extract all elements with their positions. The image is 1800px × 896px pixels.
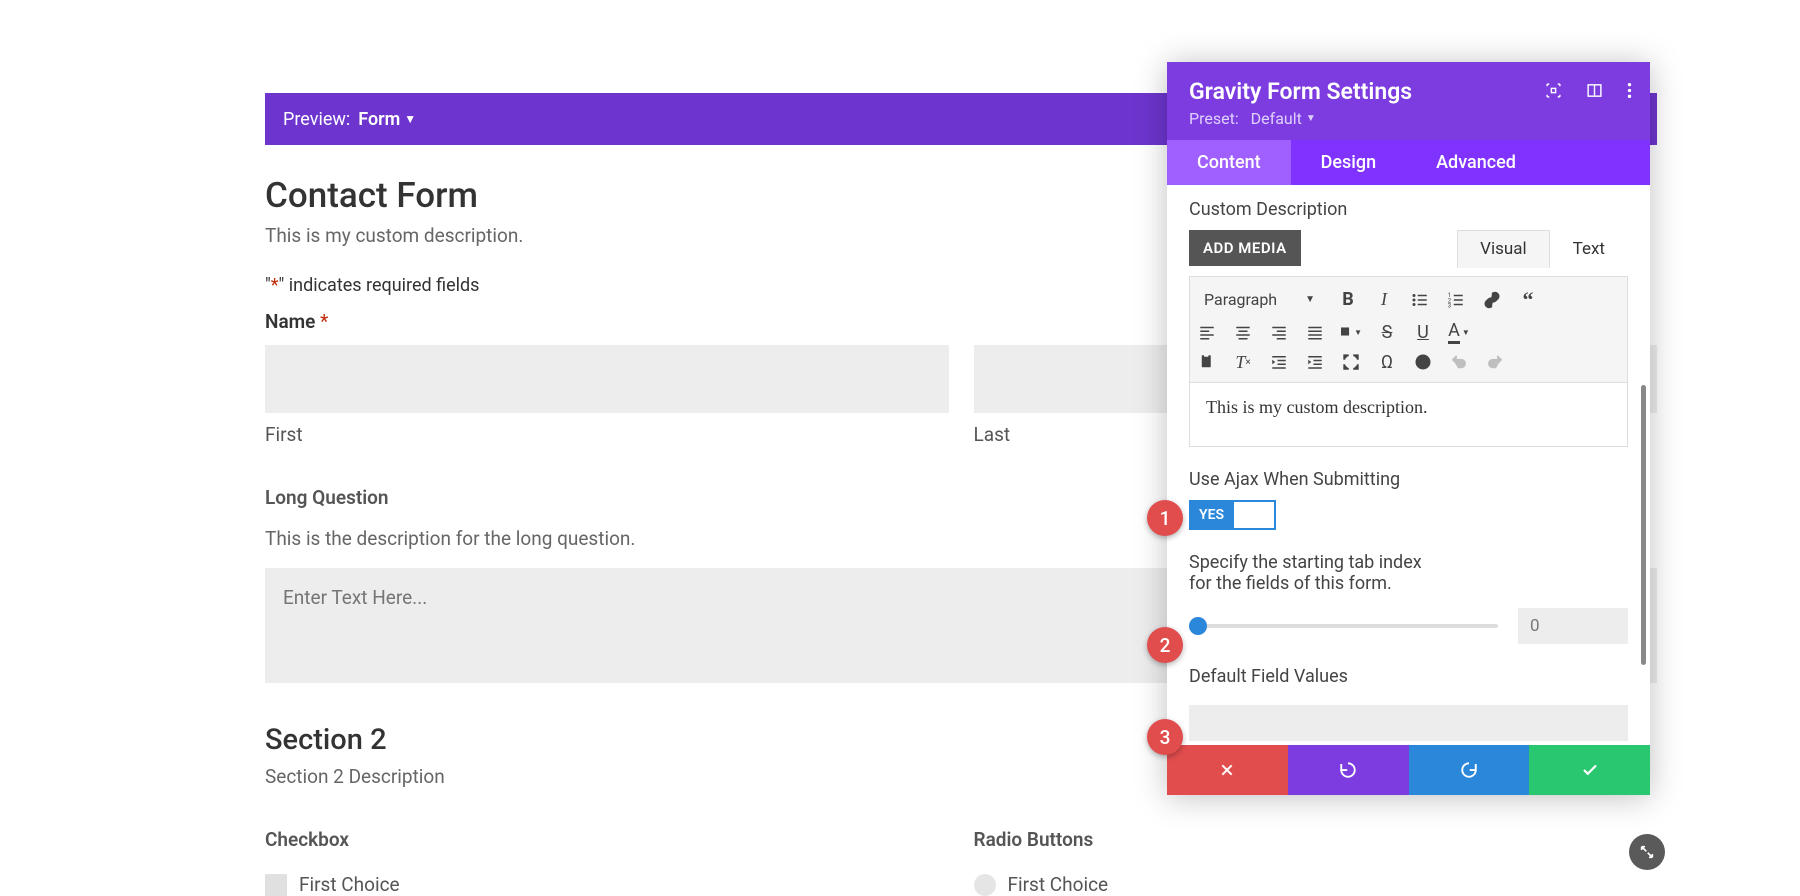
columns-icon[interactable]	[1586, 82, 1603, 104]
editor-tab-visual[interactable]: Visual	[1457, 230, 1549, 268]
bullet-list-icon[interactable]	[1409, 289, 1431, 311]
text-color-icon[interactable]: A▼	[1448, 321, 1470, 343]
editor-tab-text[interactable]: Text	[1550, 230, 1628, 268]
redo-icon[interactable]	[1484, 351, 1506, 373]
fullscreen-toggle-button[interactable]	[1629, 834, 1665, 870]
undo-icon[interactable]	[1448, 351, 1470, 373]
align-right-icon[interactable]	[1268, 321, 1290, 343]
tabindex-label: Specify the starting tab index for the f…	[1189, 552, 1628, 594]
underline-icon[interactable]: U	[1412, 321, 1434, 343]
chevron-down-icon: ▼	[1306, 113, 1316, 124]
annotation-marker-3: 3	[1147, 719, 1183, 755]
default-values-input[interactable]	[1189, 705, 1628, 741]
radio-group-label: Radio Buttons	[974, 828, 1658, 851]
tab-advanced[interactable]: Advanced	[1406, 140, 1546, 185]
checkbox-option[interactable]: First Choice	[265, 873, 949, 896]
svg-text:3: 3	[1448, 302, 1451, 309]
checkbox-option-label: First Choice	[299, 873, 400, 896]
first-name-input[interactable]	[265, 345, 949, 413]
clear-format-icon[interactable]: T×	[1232, 351, 1254, 373]
tabindex-value[interactable]: 0	[1518, 608, 1628, 644]
tabindex-slider[interactable]	[1189, 624, 1498, 628]
editor-toolbar: Paragraph▼ B I 123 “ ▼ S U A▼	[1189, 276, 1628, 383]
panel-body: Custom Description ADD MEDIA Visual Text…	[1167, 185, 1650, 745]
align-center-icon[interactable]	[1232, 321, 1254, 343]
special-char-icon[interactable]: Ω	[1376, 351, 1398, 373]
panel-tabs: Content Design Advanced	[1167, 140, 1650, 185]
format-select[interactable]: Paragraph▼	[1196, 286, 1323, 313]
preview-label: Preview:	[283, 109, 350, 130]
undo-button[interactable]	[1288, 745, 1409, 795]
bold-icon[interactable]: B	[1337, 289, 1359, 311]
toggle-on-label: YES	[1189, 500, 1234, 530]
toggle-knob	[1234, 500, 1276, 530]
editor-content[interactable]: This is my custom description.	[1189, 383, 1628, 447]
chevron-down-icon: ▼	[404, 112, 416, 126]
settings-panel: Gravity Form Settings Preset: Default ▼ …	[1167, 62, 1650, 795]
emoji-icon[interactable]	[1412, 351, 1434, 373]
tab-content[interactable]: Content	[1167, 140, 1291, 185]
quote-icon[interactable]: “	[1517, 289, 1539, 311]
add-media-button[interactable]: ADD MEDIA	[1189, 230, 1301, 266]
annotation-marker-2: 2	[1147, 627, 1183, 663]
italic-icon[interactable]: I	[1373, 289, 1395, 311]
radio-icon	[974, 874, 996, 896]
checkbox-icon	[265, 874, 287, 896]
radio-option[interactable]: First Choice	[974, 873, 1658, 896]
ajax-toggle[interactable]: YES	[1189, 500, 1276, 530]
ajax-label: Use Ajax When Submitting	[1189, 469, 1628, 490]
redo-button[interactable]	[1409, 745, 1530, 795]
align-justify-icon[interactable]	[1304, 321, 1326, 343]
panel-header: Gravity Form Settings Preset: Default ▼	[1167, 62, 1650, 140]
outdent-icon[interactable]	[1268, 351, 1290, 373]
scrollbar[interactable]	[1641, 385, 1646, 665]
confirm-button[interactable]	[1529, 745, 1650, 795]
strikethrough-icon[interactable]: S	[1376, 321, 1398, 343]
expand-icon[interactable]	[1545, 82, 1562, 104]
table-icon[interactable]: ▼	[1340, 321, 1362, 343]
link-icon[interactable]	[1481, 289, 1503, 311]
preview-mode-dropdown[interactable]: Form ▼	[358, 109, 416, 130]
preset-dropdown[interactable]: Preset: Default ▼	[1189, 109, 1316, 128]
custom-description-label: Custom Description	[1189, 199, 1628, 220]
number-list-icon[interactable]: 123	[1445, 289, 1467, 311]
slider-thumb[interactable]	[1189, 617, 1207, 635]
indent-icon[interactable]	[1304, 351, 1326, 373]
first-name-sublabel: First	[265, 423, 949, 446]
paste-icon[interactable]	[1196, 351, 1218, 373]
preview-mode-value: Form	[358, 109, 400, 130]
default-values-label: Default Field Values	[1189, 666, 1628, 687]
align-left-icon[interactable]	[1196, 321, 1218, 343]
panel-footer	[1167, 745, 1650, 795]
radio-option-label: First Choice	[1008, 873, 1109, 896]
annotation-marker-1: 1	[1147, 500, 1183, 536]
cancel-button[interactable]	[1167, 745, 1288, 795]
checkbox-group-label: Checkbox	[265, 828, 949, 851]
fullscreen-icon[interactable]	[1340, 351, 1362, 373]
tab-design[interactable]: Design	[1291, 140, 1406, 185]
more-icon[interactable]	[1627, 82, 1632, 104]
